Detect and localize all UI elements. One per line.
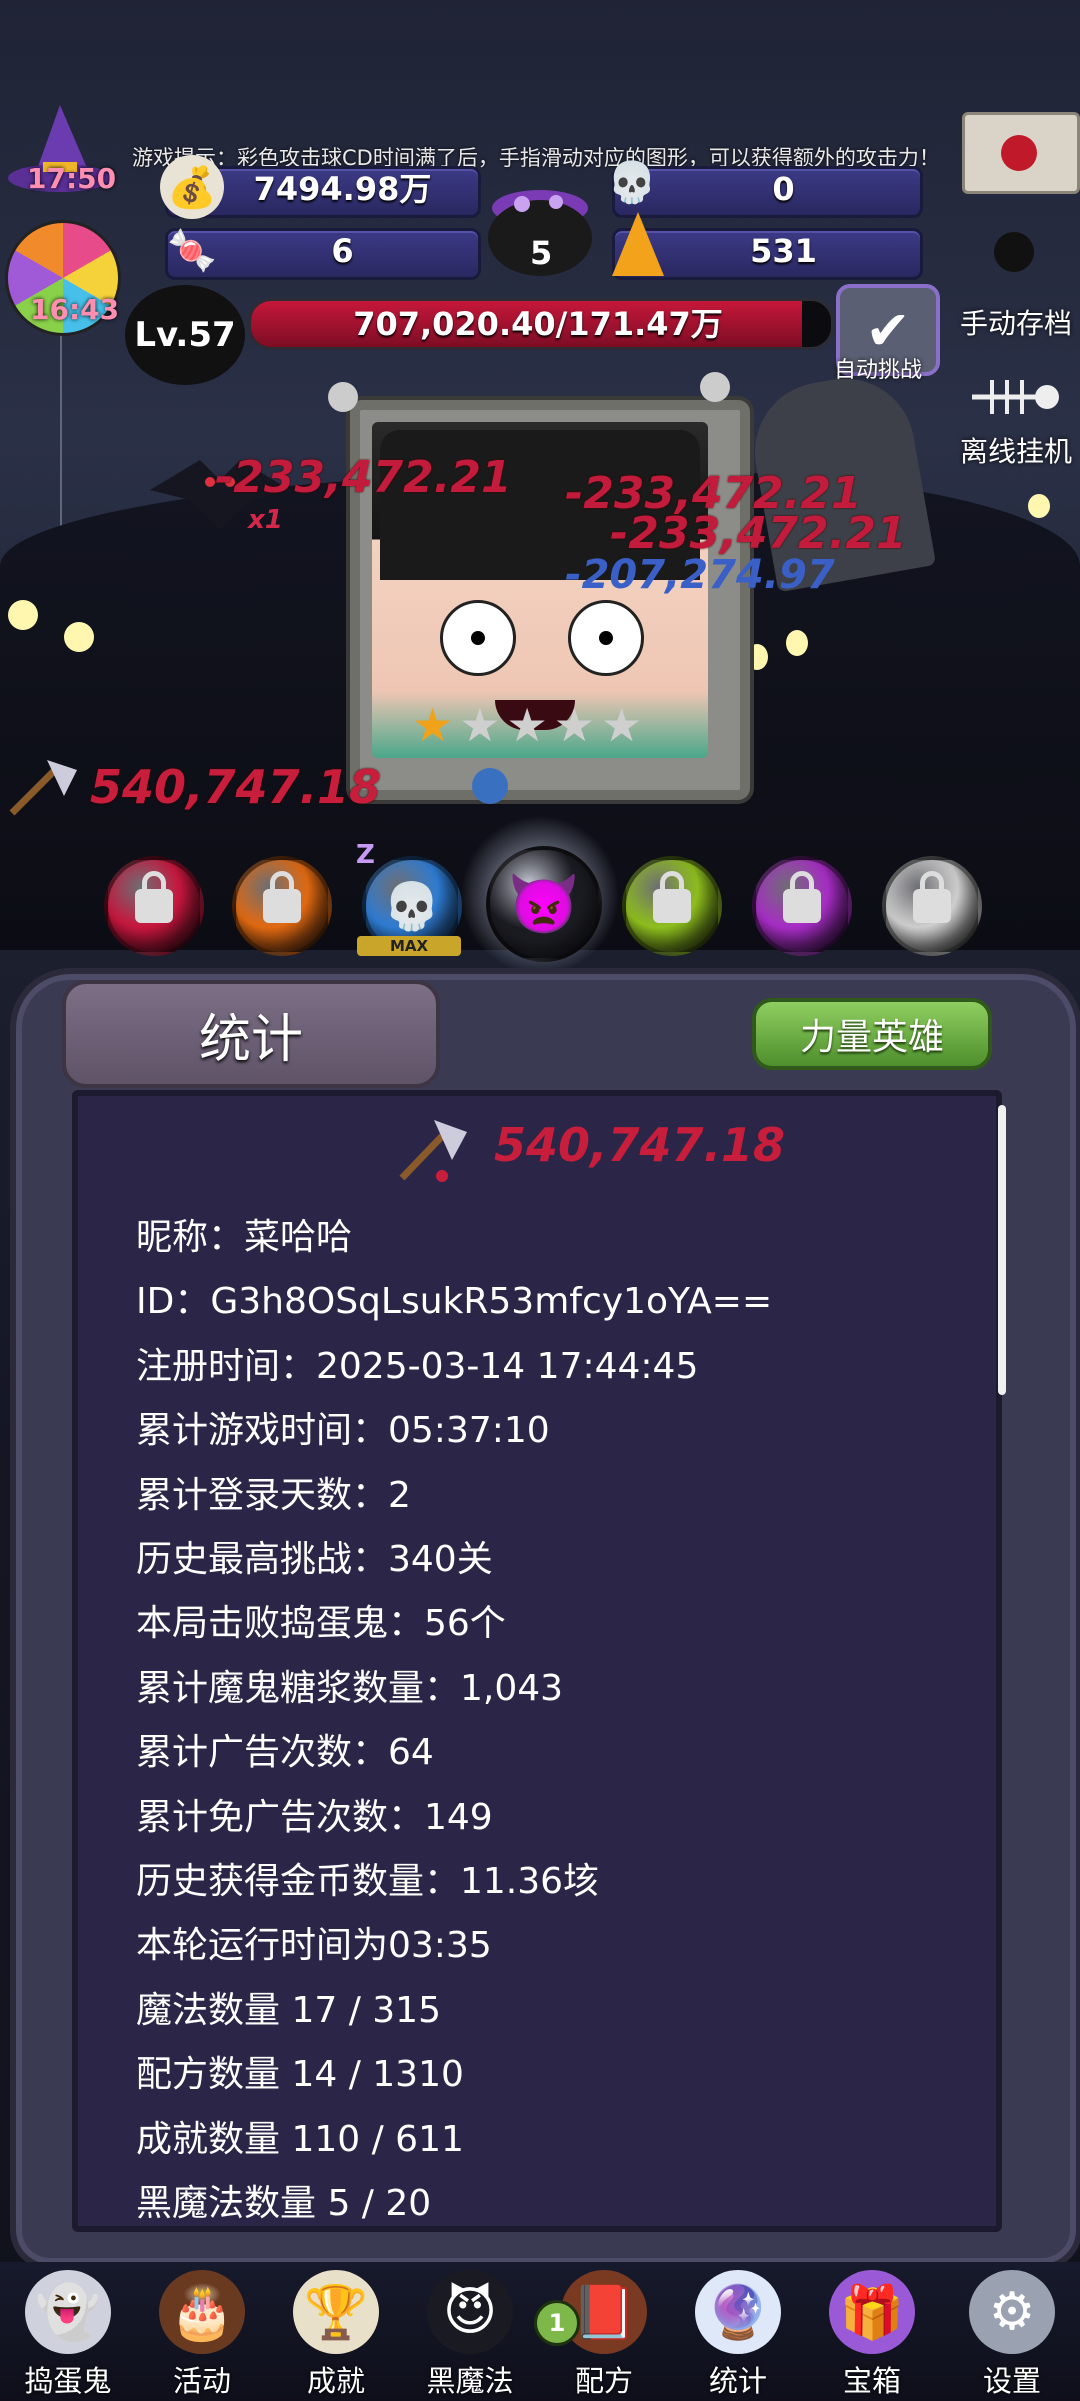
manual-save-button[interactable]: 手动存档 xyxy=(960,302,1072,342)
crit-damage-number: -207,274.97 xyxy=(565,552,835,598)
nav-label: 活动 xyxy=(172,2364,231,2398)
orb-green-locked[interactable] xyxy=(622,856,722,956)
attack-power-value: 540,747.18 xyxy=(90,760,382,814)
stat-line: 本轮运行时间为03:35 xyxy=(136,1925,492,1967)
nav-label: 捣蛋鬼 xyxy=(24,2364,112,2398)
lock-icon xyxy=(653,871,691,923)
nav-item-gear[interactable]: ⚙ 设置 xyxy=(952,2270,1072,2400)
stat-line: 历史最高挑战：340关 xyxy=(136,1539,493,1580)
fish-bone-icon xyxy=(962,372,1062,422)
star-filled-icon: ★ xyxy=(412,698,454,752)
orb-red-locked[interactable] xyxy=(104,856,204,956)
trophy-skull-icon: 🏆 xyxy=(293,2270,379,2354)
enemy-stars: ★ ★ ★ ★ ★ xyxy=(412,698,642,752)
bomb-icon xyxy=(472,768,508,804)
candy-ball-timer[interactable]: 16:43 xyxy=(5,220,121,336)
enemy-eye-right xyxy=(568,600,644,676)
gold-value: 7494.98万 xyxy=(253,170,432,208)
glowing-eyes xyxy=(1028,494,1050,518)
nav-item-demon[interactable]: 😈 黑魔法 xyxy=(410,2270,530,2400)
lock-icon xyxy=(263,871,301,923)
stat-line: 累计免广告次数：149 xyxy=(136,1796,493,1838)
crystal-ball-icon: 🔮 xyxy=(695,2270,781,2354)
wax-seal-icon xyxy=(1001,135,1037,171)
nav-label: 配方 xyxy=(574,2364,633,2398)
damage-number: -233,472.21 xyxy=(215,452,512,503)
candy-resource-value: 6 xyxy=(331,232,354,270)
stat-line: 累计登录天数：2 xyxy=(136,1474,411,1516)
stat-line: 昵称：菜哈哈 xyxy=(136,1217,353,1258)
lock-icon xyxy=(913,871,951,923)
stat-line: 累计游戏时间：05:37:10 xyxy=(136,1410,550,1452)
glowing-eyes xyxy=(8,600,38,630)
glowing-eyes xyxy=(786,630,808,656)
cake-icon: 🎂 xyxy=(159,2270,245,2354)
nav-item-ghost[interactable]: 👻 捣蛋鬼 xyxy=(8,2270,128,2400)
nav-item-crystal-ball[interactable]: 🔮 统计 xyxy=(678,2270,798,2400)
stat-line: 魔法数量 17 / 315 xyxy=(136,1989,441,2031)
power-hero-button[interactable]: 力量英雄 xyxy=(752,998,992,1070)
nav-item-trophy-skull[interactable]: 🏆 成就 xyxy=(276,2270,396,2400)
timer-1: 17:50 xyxy=(27,162,117,195)
stats-power-value: 540,747.18 xyxy=(494,1118,786,1172)
ghost-icon: 👻 xyxy=(25,2270,111,2354)
axe-icon xyxy=(392,1116,472,1186)
stat-line: 本局击败捣蛋鬼：56个 xyxy=(136,1603,506,1645)
x1-multiplier: x1 xyxy=(248,505,283,535)
orb-silver-locked[interactable] xyxy=(882,856,982,956)
nav-label: 成就 xyxy=(306,2364,365,2398)
orb-demon-active[interactable]: 👿 xyxy=(486,846,602,962)
star-empty-icon: ★ xyxy=(601,698,643,752)
cauldron-icon[interactable]: 5 xyxy=(478,178,602,278)
lock-icon xyxy=(783,871,821,923)
hp-text: 707,020.40/171.47万 xyxy=(353,305,723,343)
star-empty-icon: ★ xyxy=(553,698,595,752)
orb-purple-locked[interactable] xyxy=(752,856,852,956)
stat-line: ID：G3h8OSqLsukR53mfcy1oYA== xyxy=(136,1281,773,1323)
nav-item-gift-box[interactable]: 🎁 宝箱 xyxy=(812,2270,932,2400)
pin-icon xyxy=(328,382,358,412)
axe-icon xyxy=(2,758,82,818)
star-empty-icon: ★ xyxy=(459,698,501,752)
star-empty-icon: ★ xyxy=(506,698,548,752)
demon-icon: 😈 xyxy=(427,2270,513,2354)
pin-icon xyxy=(700,372,730,402)
stat-line: 累计魔鬼糖浆数量：1,043 xyxy=(136,1667,564,1709)
recipe-badge: 1 xyxy=(534,2300,580,2346)
orb-orange-locked[interactable] xyxy=(232,856,332,956)
demon-face-icon: 👿 xyxy=(507,869,581,938)
gear-icon: ⚙ xyxy=(969,2270,1055,2354)
enemy-eye-left xyxy=(440,600,516,676)
nav-item-cake[interactable]: 🎂 活动 xyxy=(142,2270,262,2400)
sleep-z: Z xyxy=(356,840,375,870)
lock-icon xyxy=(135,871,173,923)
offline-idle-button[interactable]: 离线挂机 xyxy=(960,430,1072,470)
nav-label: 宝箱 xyxy=(842,2364,901,2398)
stats-tab-title: 统计 xyxy=(62,980,440,1088)
level-badge: Lv.57 xyxy=(125,285,245,385)
nav-label: 黑魔法 xyxy=(426,2364,514,2398)
cauldron-count: 5 xyxy=(530,234,553,272)
spider-icon xyxy=(994,232,1034,272)
scrollbar[interactable] xyxy=(998,1105,1006,1395)
mail-envelope-icon[interactable] xyxy=(962,112,1080,194)
stat-line: 成就数量 110 / 611 xyxy=(136,2118,464,2160)
stat-line: 注册时间：2025-03-14 17:44:45 xyxy=(136,1345,699,1387)
max-tag: MAX xyxy=(357,936,461,956)
gift-box-icon: 🎁 xyxy=(829,2270,915,2354)
stat-line: 配方数量 14 / 1310 xyxy=(136,2054,464,2096)
stat-line: 累计广告次数：64 xyxy=(136,1732,434,1774)
witch-hat-timer[interactable]: 17:50 xyxy=(5,100,117,200)
stat-line: 历史获得金币数量：11.36垓 xyxy=(136,1861,600,1902)
skull-resource-value: 0 xyxy=(772,170,795,208)
glowing-eyes xyxy=(64,622,94,652)
candy-corn-value: 531 xyxy=(750,232,817,270)
stat-line: 黑魔法数量 5 / 20 xyxy=(136,2183,432,2224)
nav-label: 设置 xyxy=(982,2364,1041,2398)
timer-2: 16:43 xyxy=(30,293,120,326)
nav-label: 统计 xyxy=(708,2364,767,2398)
skull-icon: 💀 xyxy=(383,878,441,933)
